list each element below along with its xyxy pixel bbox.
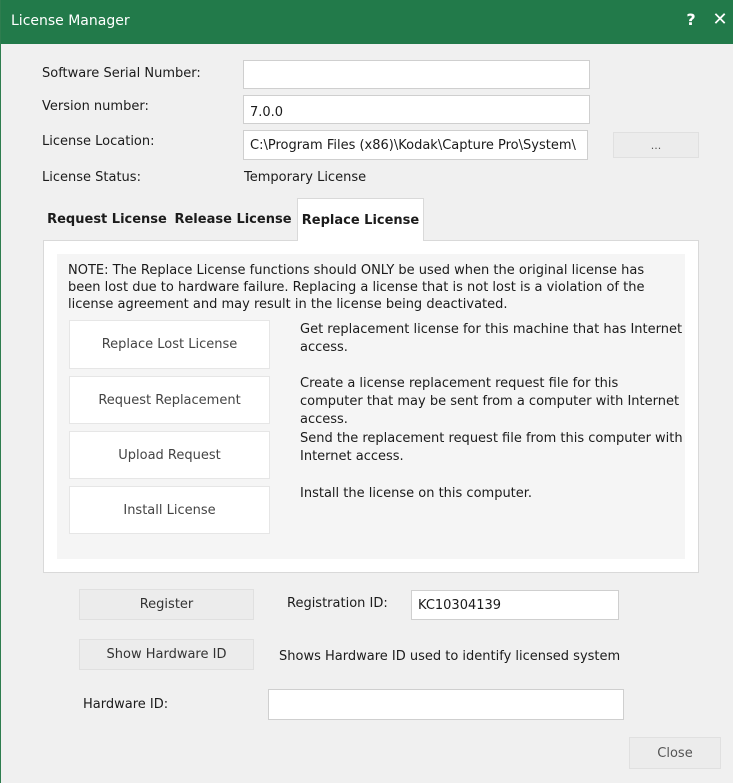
license-status-value: Temporary License bbox=[244, 170, 367, 185]
browse-button[interactable]: ... bbox=[613, 132, 699, 158]
serial-number-field[interactable] bbox=[243, 60, 590, 89]
install-license-description: Install the license on this computer. bbox=[300, 486, 533, 501]
replace-license-note: NOTE: The Replace License functions shou… bbox=[68, 263, 645, 312]
close-button[interactable]: Close bbox=[629, 737, 721, 769]
hardware-id-label: Hardware ID: bbox=[83, 697, 169, 712]
replace-lost-license-button[interactable]: Replace Lost License bbox=[69, 320, 270, 369]
version-number-label: Version number: bbox=[42, 99, 149, 114]
install-license-button[interactable]: Install License bbox=[69, 486, 270, 534]
license-location-field[interactable] bbox=[243, 130, 588, 160]
show-hardware-id-button[interactable]: Show Hardware ID bbox=[79, 639, 254, 670]
license-status-label: License Status: bbox=[42, 170, 141, 185]
license-manager-window: License Manager ? ✕ Software Serial Numb… bbox=[0, 0, 733, 783]
upload-request-description: Send the replacement request file from t… bbox=[300, 431, 683, 464]
tab-seam bbox=[298, 239, 423, 241]
registration-id-field[interactable] bbox=[411, 590, 619, 620]
tab-release-license[interactable]: Release License bbox=[173, 198, 293, 240]
upload-request-button[interactable]: Upload Request bbox=[69, 431, 270, 479]
title-bar: License Manager ? ✕ bbox=[1, 0, 733, 44]
hardware-id-field[interactable] bbox=[268, 689, 624, 720]
request-replacement-button[interactable]: Request Replacement bbox=[69, 376, 270, 424]
request-replacement-description: Create a license replacement request fil… bbox=[300, 376, 680, 427]
window-title: License Manager bbox=[11, 13, 130, 29]
replace-lost-license-description: Get replacement license for this machine… bbox=[300, 322, 683, 355]
serial-number-label: Software Serial Number: bbox=[42, 66, 201, 81]
license-location-label: License Location: bbox=[42, 134, 155, 149]
register-button[interactable]: Register bbox=[79, 589, 254, 620]
help-icon[interactable]: ? bbox=[682, 10, 700, 32]
registration-id-label: Registration ID: bbox=[287, 596, 388, 611]
tab-replace-license[interactable]: Replace License bbox=[297, 198, 424, 241]
tab-request-license[interactable]: Request License bbox=[45, 198, 169, 240]
version-number-field[interactable] bbox=[243, 95, 590, 124]
close-icon[interactable]: ✕ bbox=[710, 9, 730, 31]
show-hardware-id-description: Shows Hardware ID used to identify licen… bbox=[279, 649, 621, 664]
